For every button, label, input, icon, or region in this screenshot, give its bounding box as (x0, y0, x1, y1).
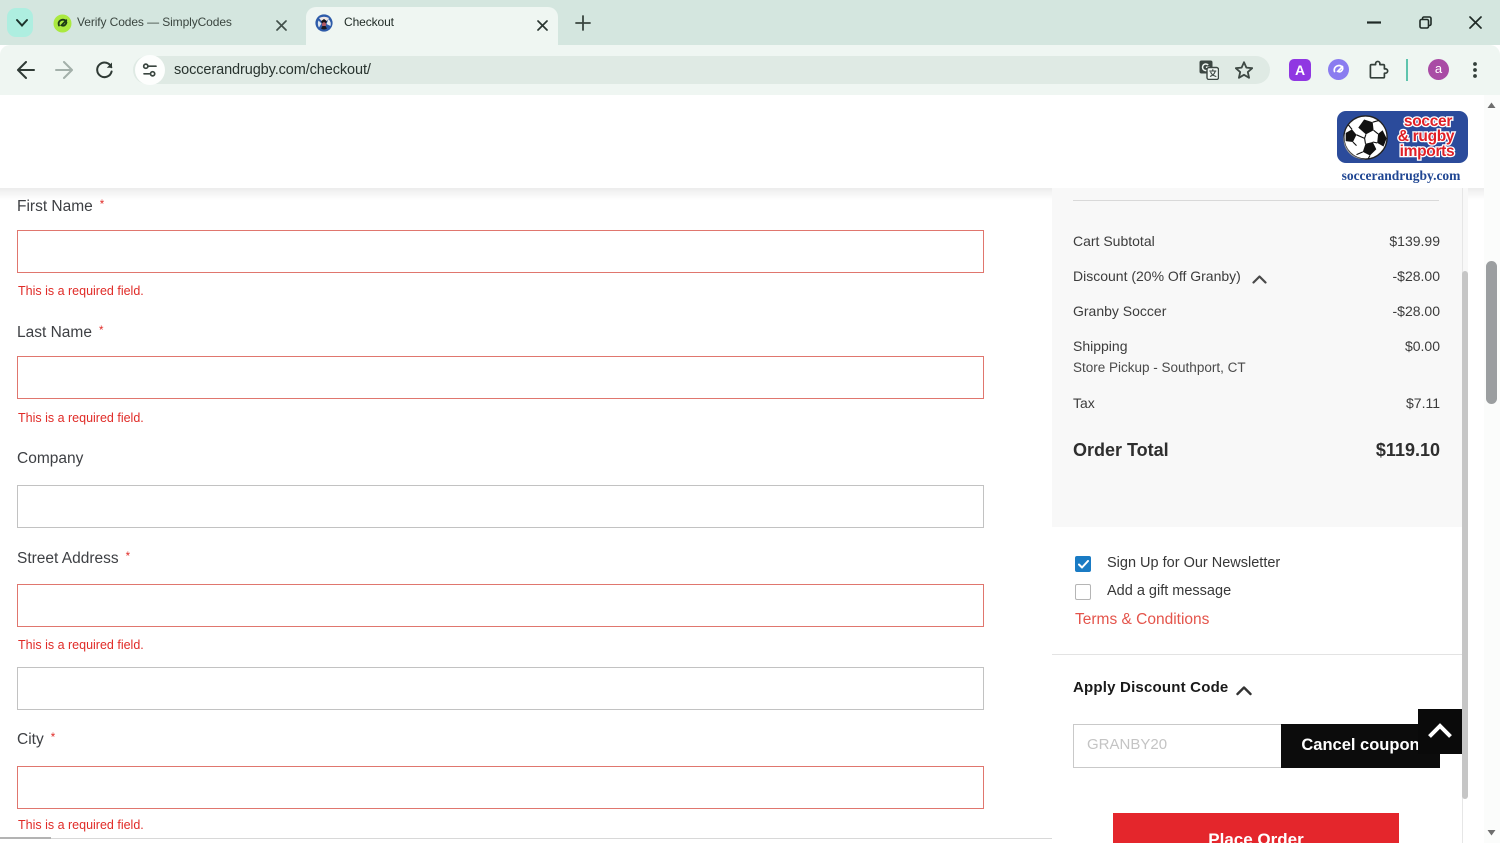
svg-text:imports: imports (1400, 143, 1455, 160)
